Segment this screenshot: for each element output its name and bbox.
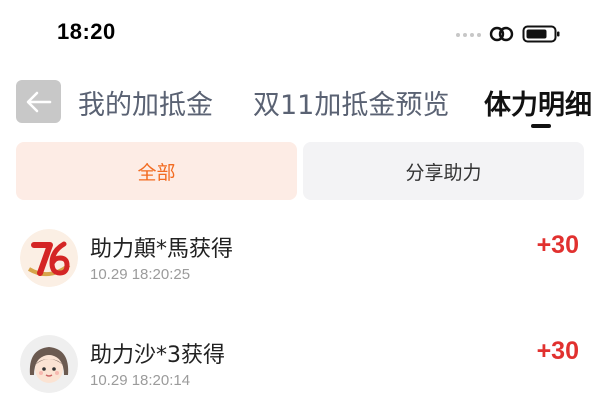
filter-all-button[interactable]: 全部 xyxy=(16,142,297,200)
record-title: 助力顛*馬获得 xyxy=(90,237,234,262)
back-button[interactable] xyxy=(16,80,61,123)
filter-row: 全部 分享助力 xyxy=(16,142,584,200)
signal-dots-icon xyxy=(456,33,481,37)
status-time: 18:20 xyxy=(57,19,116,44)
record-time: 10.29 18:20:25 xyxy=(90,266,191,283)
tab-my-deduction[interactable]: 我的加抵金 xyxy=(78,83,213,122)
list-item: 助力顛*馬获得 10.29 18:20:25 +30 xyxy=(0,223,600,309)
tab-header: 我的加抵金 双11加抵金预览 体力明细 xyxy=(0,76,600,132)
link-icon xyxy=(489,26,514,42)
tab-stamina-details[interactable]: 体力明细 xyxy=(484,83,592,122)
list-item: 助力沙*3获得 10.29 18:20:14 +30 xyxy=(0,329,600,401)
girl-cartoon-avatar xyxy=(20,335,78,393)
status-bar: 18:20 xyxy=(0,0,600,68)
record-time: 10.29 18:20:14 xyxy=(90,372,191,389)
battery-icon xyxy=(522,25,560,43)
arrow-left-icon xyxy=(26,91,51,112)
active-tab-indicator xyxy=(531,124,551,128)
record-amount: +30 xyxy=(536,337,579,365)
filter-share-assist-button[interactable]: 分享助力 xyxy=(303,142,584,200)
tab-double11-preview[interactable]: 双11加抵金预览 xyxy=(253,83,449,122)
record-amount: +30 xyxy=(536,231,579,259)
76-logo-avatar xyxy=(20,229,78,287)
record-title: 助力沙*3获得 xyxy=(90,343,225,368)
